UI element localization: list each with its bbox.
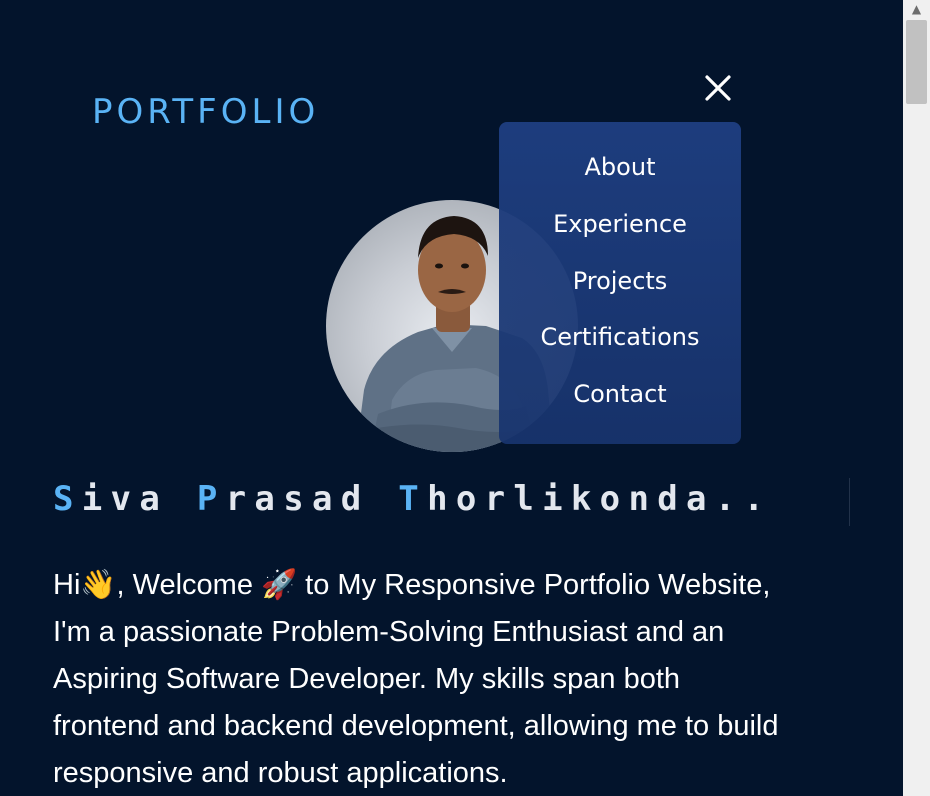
nav-item-experience[interactable]: Experience (499, 210, 741, 238)
scroll-up-arrow-icon[interactable]: ▲ (903, 0, 930, 18)
nav-item-contact[interactable]: Contact (499, 380, 741, 408)
nav-item-about[interactable]: About (499, 153, 741, 181)
close-icon (705, 75, 731, 101)
scroll-thumb[interactable] (906, 20, 927, 104)
name-initial: T (398, 479, 428, 519)
intro-line: responsive and robust applications. (53, 757, 508, 789)
logo[interactable]: PORTFOLIO (92, 92, 319, 132)
name-initial: S (53, 479, 82, 519)
intro-paragraph: Hi👋, Welcome 🚀 to My Responsive Portfoli… (53, 562, 873, 796)
nav-item-projects[interactable]: Projects (499, 267, 741, 295)
typed-name: Siva Prasad Thorlikonda.. (53, 479, 772, 519)
nav-menu: About Experience Projects Certifications… (499, 122, 741, 444)
name-initial: P (196, 479, 226, 519)
typing-caret (849, 478, 850, 526)
intro-line: frontend and backend development, allowi… (53, 710, 779, 742)
name-part: iva (81, 479, 197, 519)
vertical-scrollbar[interactable]: ▲ (903, 0, 930, 796)
intro-line: Hi👋, Welcome 🚀 to My Responsive Portfoli… (53, 569, 771, 601)
nav-item-certifications[interactable]: Certifications (499, 323, 741, 351)
intro-line: I'm a passionate Problem-Solving Enthusi… (53, 616, 725, 648)
intro-line: Aspiring Software Developer. My skills s… (53, 663, 681, 695)
name-part: horlikonda.. (427, 479, 773, 519)
name-part: rasad (225, 479, 399, 519)
close-menu-button[interactable] (700, 70, 736, 106)
page: PORTFOLIO About Experience Projects Cert… (0, 0, 903, 796)
